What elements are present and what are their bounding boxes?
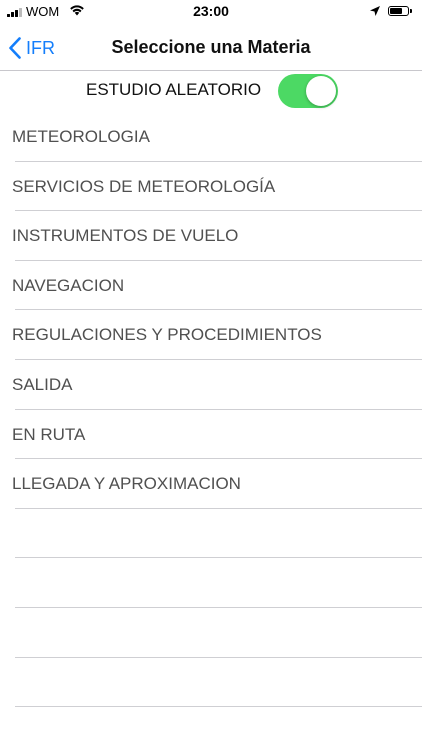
subject-item-meteorologia[interactable]: METEOROLOGIA xyxy=(0,112,422,162)
subject-item-navegacion[interactable]: NAVEGACION xyxy=(0,261,422,311)
subject-list: METEOROLOGIA SERVICIOS DE METEOROLOGÍA I… xyxy=(0,112,422,708)
list-item-label: LLEGADA Y APROXIMACION xyxy=(12,474,241,494)
empty-row xyxy=(0,558,422,608)
location-arrow-icon xyxy=(370,6,380,16)
navigation-bar: IFR Seleccione una Materia xyxy=(0,24,422,71)
subject-item-servicios-de-meteorologia[interactable]: SERVICIOS DE METEOROLOGÍA xyxy=(0,162,422,212)
list-item-label: METEOROLOGIA xyxy=(12,127,150,146)
list-item-label: INSTRUMENTOS DE VUELO xyxy=(12,226,239,246)
list-item-label: REGULACIONES Y PROCEDIMIENTOS xyxy=(12,325,322,345)
battery-icon xyxy=(388,6,409,16)
list-item-label: SALIDA xyxy=(12,374,73,394)
status-bar: WOM 23:00 xyxy=(0,0,422,24)
subject-item-en-ruta[interactable]: EN RUTA xyxy=(0,410,422,460)
subject-item-instrumentos-de-vuelo[interactable]: INSTRUMENTOS DE VUELO xyxy=(0,211,422,261)
random-study-toggle[interactable] xyxy=(278,74,338,108)
random-study-row: ESTUDIO ALEATORIO xyxy=(0,71,422,111)
random-study-label: ESTUDIO ALEATORIO xyxy=(86,80,262,99)
battery-tip xyxy=(410,9,412,13)
list-item-label: NAVEGACION xyxy=(12,275,125,295)
subject-item-regulaciones-y-procedimientos[interactable]: REGULACIONES Y PROCEDIMIENTOS xyxy=(0,310,422,360)
empty-row xyxy=(0,658,422,708)
page-title: Seleccione una Materia xyxy=(111,37,311,57)
empty-row xyxy=(0,509,422,559)
toggle-knob xyxy=(306,76,336,106)
empty-row xyxy=(0,608,422,658)
subject-item-llegada-y-aproximacion[interactable]: LLEGADA Y APROXIMACION xyxy=(0,459,422,509)
status-clock: 23:00 xyxy=(193,3,229,19)
subject-item-salida[interactable]: SALIDA xyxy=(0,360,422,410)
list-item-label: SERVICIOS DE METEOROLOGÍA xyxy=(12,176,276,196)
list-item-label: EN RUTA xyxy=(12,424,86,444)
row-separator xyxy=(15,706,422,708)
screen: WOM 23:00 IFR Seleccione una Materia EST… xyxy=(0,0,422,750)
